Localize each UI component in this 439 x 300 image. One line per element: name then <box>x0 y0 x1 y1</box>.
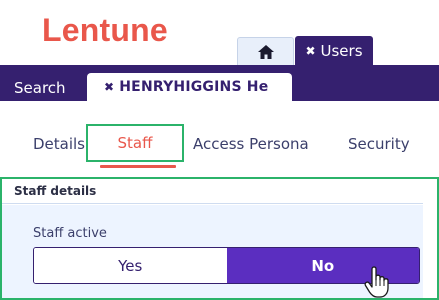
app-root: Lentune ✖ Users Search ✖ HENRYHIGGINS He… <box>0 0 439 300</box>
tab-staff-label: Staff <box>117 134 153 152</box>
tab-details[interactable]: Details <box>33 135 85 153</box>
hand-pointer-icon <box>364 266 389 298</box>
search-nav-link[interactable]: Search <box>14 79 66 97</box>
close-icon[interactable]: ✖ <box>104 80 114 94</box>
home-tab[interactable] <box>237 37 294 66</box>
staff-active-toggle: Yes No <box>33 247 420 284</box>
tab-users-label: Users <box>320 42 363 60</box>
tab-access-persona[interactable]: Access Persona <box>193 135 309 153</box>
record-tab-label: HENRYHIGGINS He <box>119 79 269 95</box>
record-tab[interactable]: ✖ HENRYHIGGINS He <box>87 73 292 101</box>
tab-staff[interactable]: Staff <box>86 124 184 162</box>
active-tab-indicator <box>100 165 176 168</box>
home-icon <box>257 45 274 59</box>
app-logo: Lentune <box>42 12 168 48</box>
yes-option-button[interactable]: Yes <box>34 248 227 283</box>
close-icon[interactable]: ✖ <box>305 44 315 58</box>
staff-active-label: Staff active <box>33 226 107 241</box>
panel-title: Staff details <box>14 184 97 198</box>
tab-users[interactable]: ✖ Users <box>295 36 373 66</box>
tab-security[interactable]: Security <box>348 135 410 153</box>
